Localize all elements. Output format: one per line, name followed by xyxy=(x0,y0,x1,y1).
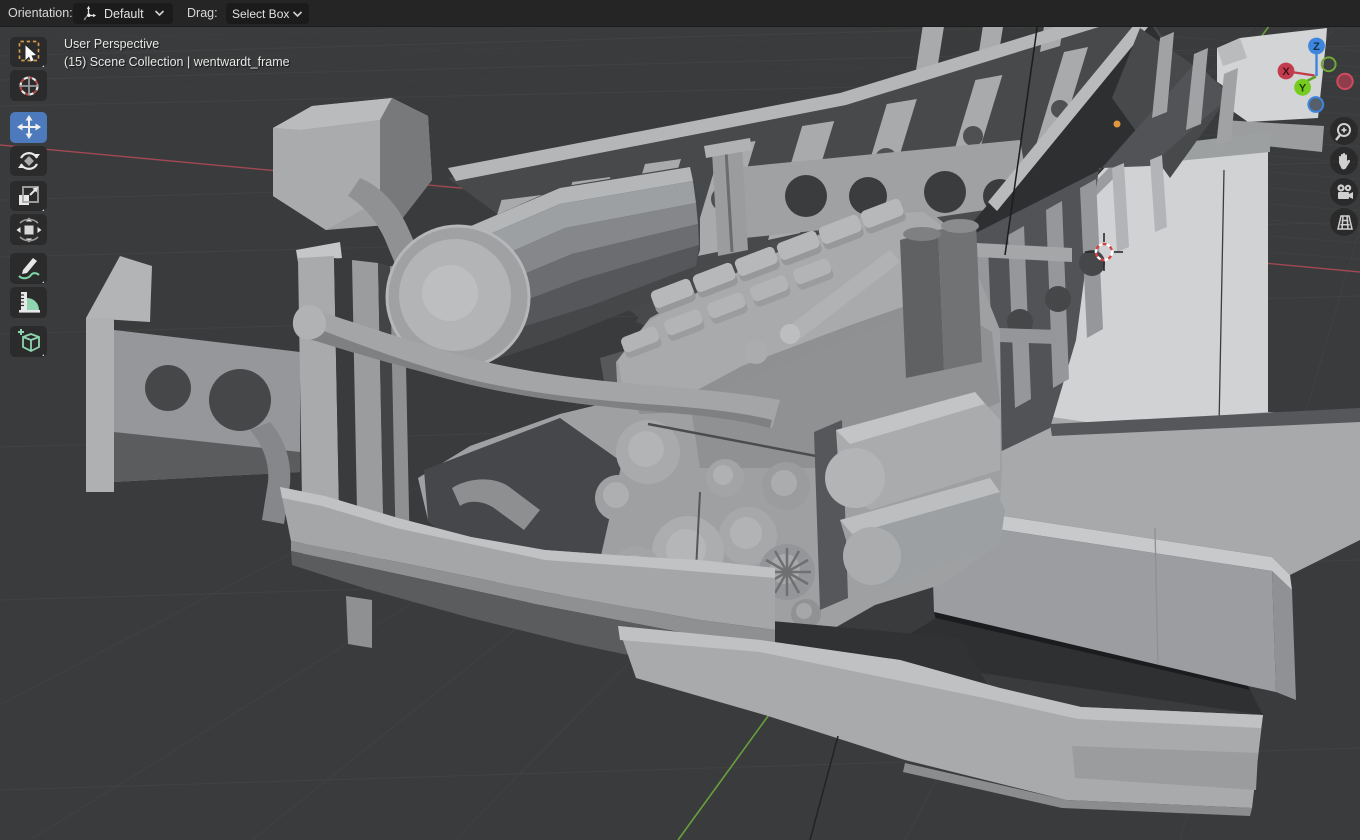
svg-text:X: X xyxy=(1282,66,1290,78)
svg-text:Y: Y xyxy=(1299,82,1307,94)
svg-text:Z: Z xyxy=(1313,41,1320,53)
